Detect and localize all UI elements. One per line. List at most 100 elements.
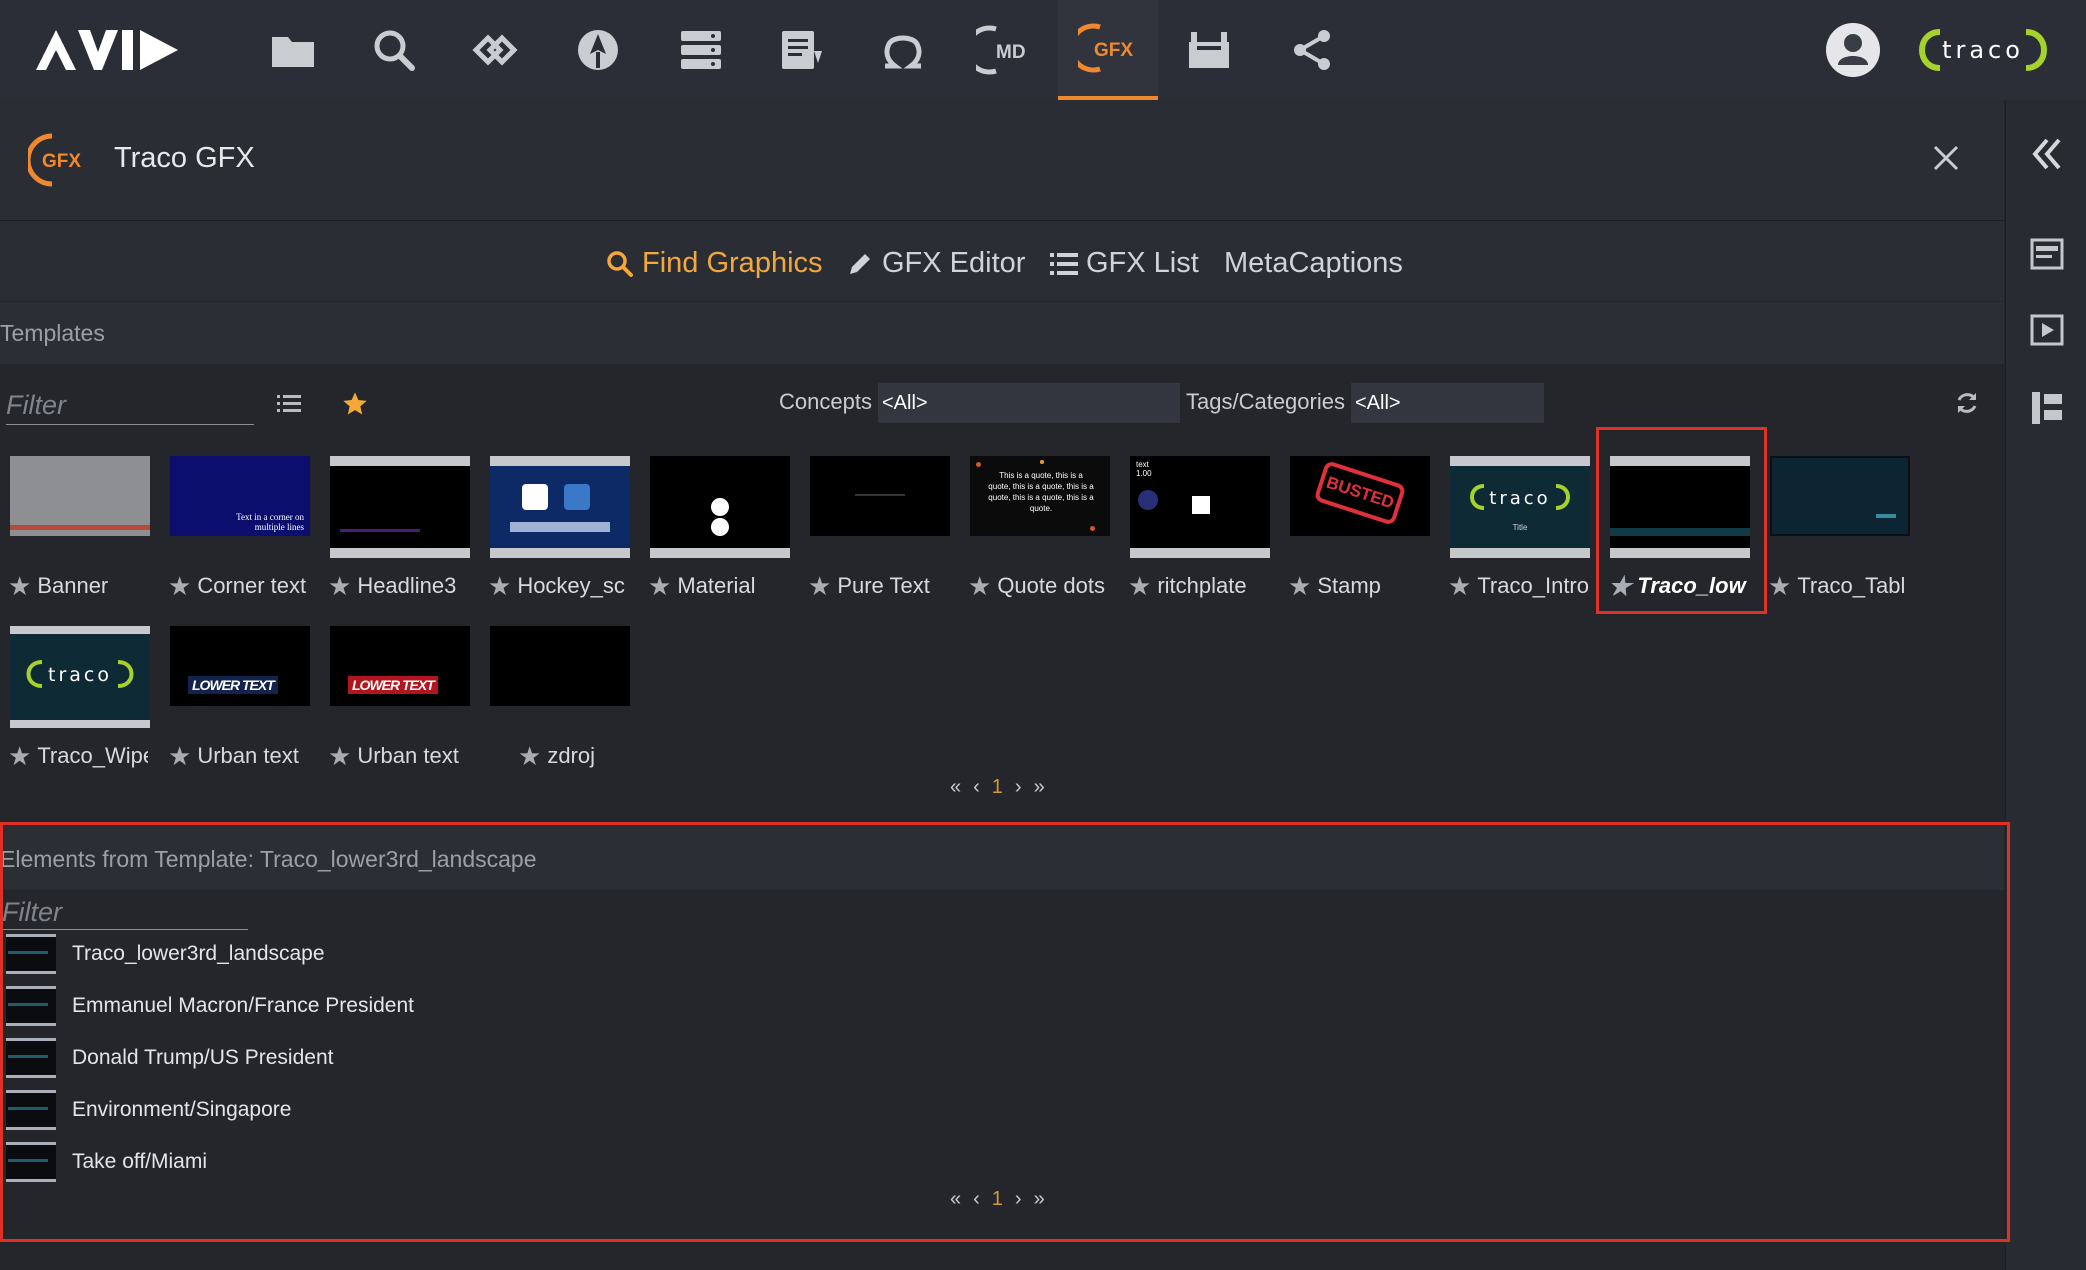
current-page[interactable]: 1 [992, 776, 1003, 799]
pencil-icon [850, 253, 870, 274]
template-tile-zdroj[interactable]: ★ zdroj [480, 626, 630, 776]
folder-icon[interactable] [243, 0, 343, 100]
tab-find-graphics[interactable]: Find Graphics [606, 247, 823, 280]
template-tile-headline3[interactable]: ★ Headline3 [320, 456, 470, 606]
template-tile-hockey[interactable]: ★ Hockey_sc [480, 456, 630, 606]
search-icon [607, 250, 633, 277]
svg-text:traco: traco [1942, 36, 2024, 64]
template-label: ★ Stamp [1288, 573, 1381, 599]
svg-text:traco: traco [48, 664, 112, 686]
template-thumbnail: traco Title [1450, 456, 1590, 558]
template-tile-stamp[interactable]: BUSTED ★ Stamp [1280, 456, 1430, 606]
template-label: ★ Hockey_sc [488, 573, 625, 599]
template-filter-input[interactable]: Filter [6, 390, 254, 425]
share-icon[interactable] [1262, 0, 1362, 100]
link-icon[interactable] [445, 0, 545, 100]
template-thumbnail [10, 456, 150, 536]
template-thumbnail: text 1.00 [1130, 456, 1270, 558]
panels-icon[interactable] [2006, 390, 2086, 426]
star-icon[interactable]: ★ [968, 573, 991, 599]
template-tile-traco-table[interactable]: ★ Traco_Tabl [1760, 456, 1910, 606]
star-icon[interactable]: ★ [518, 743, 541, 769]
first-page-button[interactable]: « [950, 776, 961, 799]
layout-icon[interactable] [2006, 238, 2086, 270]
template-tile-quote-dots[interactable]: This is a quote, this is a quote, this i… [960, 456, 1110, 606]
template-tile-pure-text[interactable]: ★ Pure Text [800, 456, 950, 606]
omega-icon[interactable] [853, 0, 953, 100]
template-tile-traco-wipe[interactable]: traco ★ Traco_Wipe [0, 626, 150, 776]
template-tile-material[interactable]: ★ Material [640, 456, 790, 606]
template-thumbnail: Text in a corner on multiple lines [170, 456, 310, 536]
avid-logo [36, 28, 186, 77]
template-thumbnail [490, 456, 630, 558]
template-thumbnail: LOWER TEXT [330, 626, 470, 706]
tab-gfx-editor[interactable]: GFX Editor [846, 247, 1025, 280]
tab-gfx-list[interactable]: GFX List [1050, 247, 1199, 280]
panel-header: GFX Traco GFX [0, 100, 2004, 221]
template-label: ★ Traco_Wipe [8, 743, 148, 769]
star-icon[interactable]: ★ [648, 573, 671, 599]
elements-highlight-box [0, 822, 2010, 1242]
server-icon[interactable] [651, 0, 751, 100]
template-tile-urban-text[interactable]: LOWER TEXT ★ Urban text [160, 626, 310, 776]
md-icon[interactable]: MD [954, 0, 1054, 100]
collapse-icon[interactable] [2006, 136, 2086, 172]
template-tile-ritchplate[interactable]: text 1.00 ★ ritchplate [1120, 456, 1270, 606]
favorites-star-icon[interactable] [341, 390, 369, 423]
concepts-select[interactable]: <All> [878, 383, 1180, 423]
rocket-icon[interactable] [548, 0, 648, 100]
refresh-icon[interactable] [1954, 390, 1980, 421]
star-icon[interactable]: ★ [1288, 573, 1311, 599]
template-thumbnail [650, 456, 790, 558]
panel-tabs: Find Graphics GFX Editor GFX List MetaCa… [0, 221, 2004, 301]
template-label: ★ Headline3 [328, 573, 457, 599]
tab-metacaptions[interactable]: MetaCaptions [1224, 247, 1403, 280]
tags-select[interactable]: <All> [1351, 383, 1544, 423]
template-tile-urban-text-2[interactable]: LOWER TEXT ★ Urban text [320, 626, 470, 776]
play-icon[interactable] [2006, 314, 2086, 346]
template-tile-corner-text[interactable]: Text in a corner on multiple lines ★ Corn… [160, 456, 310, 606]
tab-label: GFX Editor [882, 247, 1026, 279]
template-label: ★ zdroj [518, 743, 595, 769]
template-thumbnail: LOWER TEXT [170, 626, 310, 706]
tab-label: GFX List [1086, 247, 1199, 279]
template-label: ★ Corner text [168, 573, 307, 599]
panel-title: Traco GFX [114, 142, 255, 174]
clapper-icon[interactable] [1159, 0, 1259, 100]
template-thumbnail [1770, 456, 1910, 536]
template-tile-traco-intro[interactable]: traco Title ★ Traco_Intro [1440, 456, 1590, 606]
last-page-button[interactable]: » [1034, 776, 1045, 799]
star-icon[interactable]: ★ [488, 573, 511, 599]
traco-logo: traco [1912, 22, 2054, 83]
list-view-icon[interactable] [277, 394, 301, 419]
selection-highlight-box [1596, 427, 1767, 614]
close-icon[interactable] [1932, 144, 1960, 177]
template-tile-banner[interactable]: ★ Banner [0, 456, 150, 606]
template-thumbnail [330, 456, 470, 558]
tags-label: Tags/Categories [1186, 389, 1345, 414]
document-icon[interactable] [752, 0, 852, 100]
star-icon[interactable]: ★ [8, 743, 31, 769]
gfx-icon: GFX [25, 132, 88, 193]
star-icon[interactable]: ★ [1128, 573, 1151, 599]
gfx-icon[interactable]: GFX [1058, 0, 1158, 100]
template-thumbnail: BUSTED [1290, 456, 1430, 536]
user-avatar-icon[interactable] [1826, 23, 1880, 77]
prev-page-button[interactable]: ‹ [973, 776, 980, 799]
star-icon[interactable]: ★ [8, 573, 31, 599]
templates-section-header: Templates [0, 302, 2004, 364]
template-label: ★ Urban text [168, 743, 299, 769]
star-icon[interactable]: ★ [168, 743, 191, 769]
star-icon[interactable]: ★ [808, 573, 831, 599]
star-icon[interactable]: ★ [328, 573, 351, 599]
star-icon[interactable]: ★ [1448, 573, 1471, 599]
star-icon[interactable]: ★ [168, 573, 191, 599]
right-side-toolbar [2005, 100, 2086, 1270]
section-title: Templates [0, 320, 105, 346]
star-icon[interactable]: ★ [1768, 573, 1791, 599]
next-page-button[interactable]: › [1015, 776, 1022, 799]
concepts-label: Concepts [779, 389, 872, 414]
search-icon[interactable] [344, 0, 444, 100]
tab-label: Find Graphics [642, 247, 823, 279]
star-icon[interactable]: ★ [328, 743, 351, 769]
